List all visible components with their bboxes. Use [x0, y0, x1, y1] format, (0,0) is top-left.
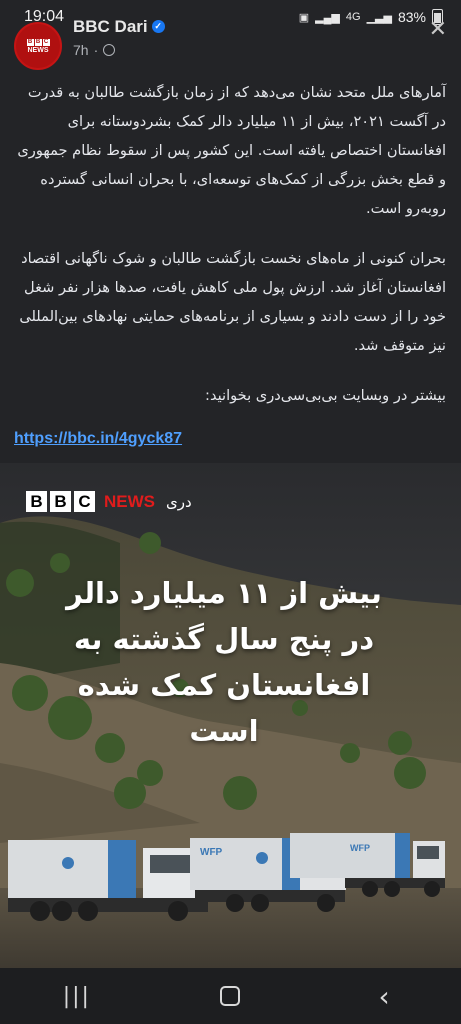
- post-time[interactable]: 7h: [73, 42, 89, 58]
- globe-icon: [103, 44, 116, 56]
- avatar-news-text: NEWS: [27, 46, 49, 54]
- headline-line: افغانستان کمک شده است: [77, 668, 371, 748]
- truck-label: WFP: [200, 847, 223, 858]
- system-nav-bar: ||| ‹: [0, 968, 461, 1024]
- avatar-bbc-logo: B B C: [26, 38, 50, 46]
- post-body: آمارهای ملل متحد نشان می‌دهد که از زمان …: [14, 78, 446, 431]
- home-button[interactable]: [200, 976, 260, 1016]
- post-header: B B C NEWS BBC Dari ✓ 7h · ✕: [0, 19, 461, 70]
- image-headline: بیش از ۱۱ میلیارد دالر در پنج سال گذشته …: [40, 570, 408, 754]
- page-avatar[interactable]: B B C NEWS: [14, 22, 62, 70]
- back-icon[interactable]: ‹: [354, 976, 414, 1016]
- post-paragraph: آمارهای ملل متحد نشان می‌دهد که از زمان …: [17, 84, 446, 217]
- bbc-news-dari-logo: B B C NEWS دری: [26, 491, 192, 512]
- page-name[interactable]: BBC Dari ✓: [73, 20, 165, 36]
- post-paragraph: بحران کنونی از ماه‌های نخست بازگشت طالبا…: [19, 250, 446, 354]
- verified-badge-icon: ✓: [151, 20, 165, 33]
- headline-line: در پنج سال گذشته به: [73, 622, 375, 656]
- post-meta: 7h ·: [73, 42, 116, 58]
- home-icon: [220, 986, 241, 1006]
- post-link[interactable]: https://bbc.in/4gyck87: [14, 430, 182, 448]
- post-paragraph: بیشتر در وبسایت بی‌بی‌سی‌دری بخوانید:: [205, 387, 446, 404]
- truck-label: WFP: [350, 843, 370, 853]
- close-icon[interactable]: ✕: [429, 19, 447, 41]
- recents-icon[interactable]: |||: [47, 976, 107, 1016]
- headline-line: بیش از ۱۱ میلیارد دالر: [66, 576, 382, 610]
